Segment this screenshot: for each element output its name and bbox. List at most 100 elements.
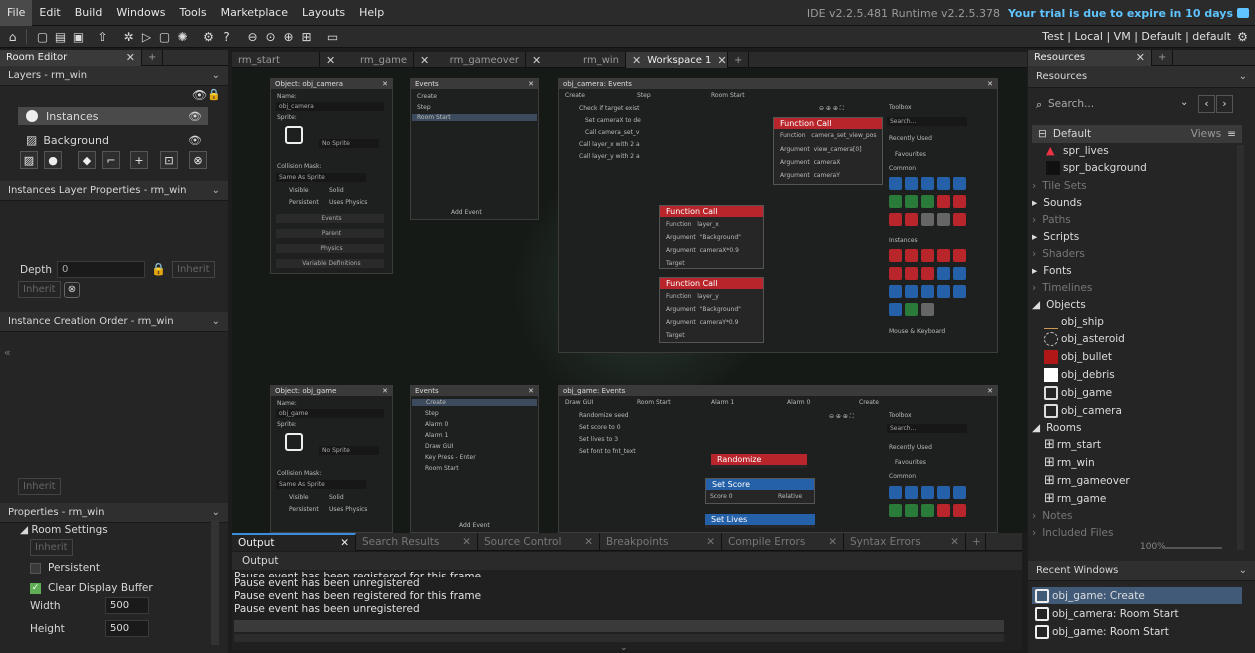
- resource-room[interactable]: ⊞ rm_win: [1044, 454, 1095, 471]
- action-icon[interactable]: [889, 504, 902, 517]
- menu-help[interactable]: Help: [352, 0, 391, 26]
- resource-object[interactable]: obj_game: [1044, 384, 1112, 401]
- visibility-icon[interactable]: 👁: [188, 110, 202, 123]
- zoom-in-icon[interactable]: ⊕: [280, 28, 297, 45]
- views-label[interactable]: Views: [1191, 128, 1221, 140]
- action-icon[interactable]: [905, 285, 918, 298]
- tab-resources[interactable]: Resources ✕: [1028, 49, 1152, 66]
- chevron-down-icon[interactable]: ⌄: [212, 316, 220, 327]
- action-icon[interactable]: [889, 213, 902, 226]
- action-icon[interactable]: [937, 504, 950, 517]
- name-input[interactable]: obj_camera: [276, 102, 384, 111]
- resource-group[interactable]: › Shaders: [1032, 245, 1085, 262]
- tab-room-start[interactable]: Room Start: [711, 92, 745, 99]
- event-alarm-1[interactable]: Alarm 1: [425, 432, 448, 439]
- toolbox-mouse[interactable]: Mouse & Keyboard: [889, 328, 945, 335]
- resource-group[interactable]: › Paths: [1032, 211, 1071, 228]
- add-tab-icon[interactable]: +: [728, 52, 750, 68]
- menu-windows[interactable]: Windows: [109, 0, 172, 26]
- add-event-button[interactable]: Add Event: [451, 209, 482, 216]
- zoom-controls-icon[interactable]: ⊖ ⊕ ⊕ ⛶: [819, 105, 844, 113]
- menu-icon[interactable]: ≡: [1227, 128, 1236, 140]
- tab-source-control[interactable]: Source Control ✕: [478, 533, 600, 551]
- included-files-group[interactable]: › Included Files: [1032, 524, 1113, 541]
- resource-object[interactable]: obj_bullet: [1044, 348, 1112, 365]
- close-icon[interactable]: ✕: [420, 54, 429, 67]
- chevron-down-icon[interactable]: ⌄: [1180, 97, 1188, 108]
- close-icon[interactable]: ✕: [382, 79, 388, 89]
- action-icon[interactable]: [921, 486, 934, 499]
- zoom-reset-icon[interactable]: ⊙: [262, 28, 279, 45]
- events-header[interactable]: Events ✕: [411, 79, 538, 89]
- action-icon[interactable]: [937, 213, 950, 226]
- add-background-layer-icon[interactable]: ▨: [20, 151, 38, 169]
- save-icon[interactable]: ▣: [70, 28, 87, 45]
- close-icon[interactable]: ✕: [987, 386, 993, 396]
- action-icon[interactable]: [889, 303, 902, 316]
- instances-layer-properties-header[interactable]: Instances Layer Properties - rm_win ⌄: [0, 181, 228, 201]
- close-icon[interactable]: ✕: [828, 536, 837, 548]
- event-room-start[interactable]: Room Start: [412, 114, 537, 121]
- horizontal-scrollbar[interactable]: [234, 634, 1004, 642]
- physics-button[interactable]: Physics: [276, 244, 384, 253]
- resource-room[interactable]: ⊞ rm_gameover: [1044, 472, 1130, 489]
- action-icon[interactable]: [905, 267, 918, 280]
- default-group[interactable]: ⊟ Default Views ≡: [1032, 125, 1242, 143]
- function-call-block-1[interactable]: Function Call Function camera_set_view_p…: [773, 117, 883, 185]
- name-input[interactable]: obj_game: [276, 409, 384, 418]
- close-icon[interactable]: ✕: [987, 79, 993, 89]
- action-icon[interactable]: [921, 213, 934, 226]
- function-call-block-3[interactable]: Function Call Function layer_y Argument …: [659, 277, 764, 343]
- properties-scrollbar[interactable]: [211, 520, 219, 645]
- resource-group[interactable]: ▸ Fonts: [1032, 262, 1072, 279]
- expand-down-icon[interactable]: ⌄: [620, 643, 628, 653]
- zoom-controls-icon[interactable]: ⊖ ⊕ ⊕ ⛶: [829, 413, 854, 421]
- variable-definitions-button[interactable]: Variable Definitions: [276, 259, 384, 268]
- visibility-icon[interactable]: 👁: [192, 88, 207, 102]
- add-event-button[interactable]: Add Event: [459, 522, 490, 529]
- menu-layouts[interactable]: Layouts: [295, 0, 352, 26]
- action-icon[interactable]: [905, 303, 918, 316]
- action-icon[interactable]: [905, 249, 918, 262]
- action-icon[interactable]: [889, 486, 902, 499]
- zoom-out-icon[interactable]: ⊖: [244, 28, 261, 45]
- sprite-select[interactable]: No Sprite: [319, 139, 379, 148]
- rooms-group[interactable]: ◢ Rooms: [1032, 419, 1081, 436]
- action-icon[interactable]: [921, 195, 934, 208]
- sprite-thumb-icon[interactable]: [285, 433, 303, 451]
- toolbox-search[interactable]: Search...: [887, 424, 967, 433]
- lock-icon[interactable]: 🔒: [151, 262, 166, 276]
- menu-marketplace[interactable]: Marketplace: [214, 0, 295, 26]
- tab-create[interactable]: Create: [565, 92, 585, 99]
- height-input[interactable]: 500: [105, 620, 149, 637]
- action-item[interactable]: Call camera_set_v: [585, 129, 639, 136]
- events-editor-header[interactable]: obj_game: Events ✕: [559, 386, 997, 396]
- close-icon[interactable]: ✕: [462, 536, 471, 548]
- settings-icon[interactable]: ⚙: [200, 28, 217, 45]
- event-step[interactable]: Step: [425, 410, 439, 417]
- action-icon[interactable]: [937, 285, 950, 298]
- back-icon[interactable]: ‹: [1198, 95, 1215, 113]
- resource-object[interactable]: obj_asteroid: [1044, 330, 1125, 347]
- action-item[interactable]: Set score to 0: [579, 424, 621, 431]
- action-item[interactable]: Call layer_y with 2 a: [579, 153, 640, 160]
- sprite-select[interactable]: No Sprite: [319, 446, 379, 455]
- action-icon[interactable]: [953, 249, 966, 262]
- open-project-icon[interactable]: ▤: [52, 28, 69, 45]
- collision-select[interactable]: Same As Sprite: [276, 173, 366, 182]
- event-alarm-0[interactable]: Alarm 0: [425, 421, 448, 428]
- action-item[interactable]: Call layer_x with 2 a: [579, 141, 640, 148]
- help-icon[interactable]: ?: [218, 28, 235, 45]
- grid-icon[interactable]: ⊞: [298, 28, 315, 45]
- action-icon[interactable]: [937, 177, 950, 190]
- chevron-down-icon[interactable]: ⌄: [1239, 71, 1247, 82]
- resource-group[interactable]: ▸ Scripts: [1032, 228, 1079, 245]
- events-editor-header[interactable]: obj_camera: Events ✕: [559, 79, 997, 89]
- close-icon[interactable]: ✕: [326, 54, 335, 67]
- objects-group[interactable]: ◢ Objects: [1032, 296, 1086, 313]
- target-selector[interactable]: Test | Local | VM | Default | default: [1042, 26, 1231, 48]
- action-icon[interactable]: [905, 213, 918, 226]
- close-icon[interactable]: ✕: [532, 54, 541, 67]
- inherit-button[interactable]: Inherit: [18, 281, 61, 298]
- output-input-bar[interactable]: [234, 620, 1004, 632]
